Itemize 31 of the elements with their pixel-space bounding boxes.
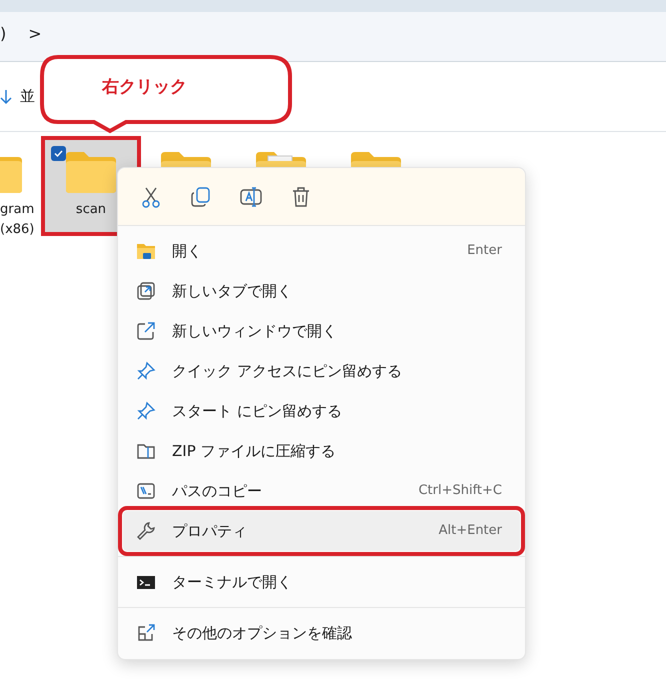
delete-icon[interactable] bbox=[290, 186, 310, 208]
menu-item[interactable]: クイック アクセスにピン留めする bbox=[123, 351, 520, 391]
rename-icon[interactable] bbox=[238, 186, 262, 208]
checkbox[interactable] bbox=[51, 146, 66, 161]
pin-icon bbox=[136, 361, 156, 381]
menu-item[interactable]: 新しいタブで開く bbox=[123, 271, 520, 311]
menu-item[interactable]: スタート にピン留めする bbox=[123, 391, 520, 431]
folder-name: scan bbox=[76, 201, 106, 219]
pin-icon bbox=[136, 401, 156, 421]
copy-path-icon bbox=[136, 481, 156, 501]
menu-item[interactable]: ZIP ファイルに圧縮する bbox=[123, 431, 520, 471]
menu-item[interactable]: 新しいウィンドウで開く bbox=[123, 311, 520, 351]
new-window-icon bbox=[136, 321, 156, 341]
callout-text: 右クリック bbox=[102, 76, 187, 99]
cut-icon[interactable] bbox=[140, 186, 162, 208]
more-options-icon bbox=[136, 623, 156, 643]
chevron[interactable]: > bbox=[28, 22, 42, 46]
menu-item[interactable]: 開く Enter bbox=[123, 231, 520, 271]
folder-name: gram (x86) bbox=[0, 201, 34, 239]
new-tab-icon bbox=[136, 281, 156, 301]
folder-icon bbox=[136, 241, 156, 261]
menu-item[interactable]: プロパティ Alt+Enter bbox=[123, 511, 520, 551]
sort-arrow-icon[interactable] bbox=[0, 88, 12, 104]
wrench-icon bbox=[136, 521, 156, 541]
menu-item[interactable]: その他のオプションを確認 bbox=[123, 613, 520, 653]
menu-item[interactable]: ターミナルで開く bbox=[123, 562, 520, 602]
path-segment[interactable]: ) bbox=[0, 22, 6, 46]
sort-label[interactable]: 並 bbox=[20, 85, 35, 108]
copy-icon[interactable] bbox=[190, 186, 212, 208]
menu-item[interactable]: パスのコピー Ctrl+Shift+C bbox=[123, 471, 520, 511]
folder-icon bbox=[64, 150, 118, 194]
